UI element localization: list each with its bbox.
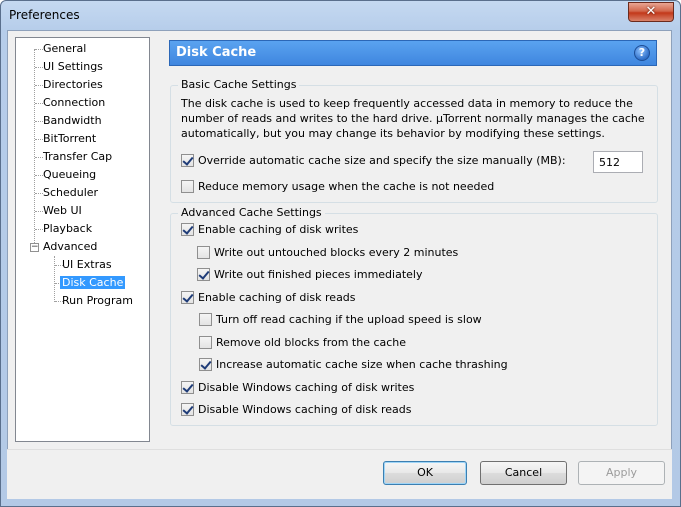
override-cache-size-checkbox[interactable] <box>181 154 194 167</box>
tree-connector <box>35 175 43 176</box>
tree-item-label: Playback <box>43 222 93 235</box>
tree-item-general[interactable]: General <box>43 41 86 58</box>
tree-connector <box>35 157 43 158</box>
tree-item-bittorrent[interactable]: BitTorrent <box>43 131 96 148</box>
tree-item-label: UI Settings <box>43 60 103 73</box>
page-header: Disk Cache ? <box>169 40 657 66</box>
tree-item-label: General <box>43 42 87 55</box>
remove-old-blocks-checkbox[interactable] <box>199 336 212 349</box>
tree-connector <box>35 229 43 230</box>
help-icon[interactable]: ? <box>634 45 650 61</box>
tree-item-directories[interactable]: Directories <box>43 77 103 94</box>
close-icon: ✕ <box>645 4 657 19</box>
tree-item-advanced[interactable]: Advanced <box>43 239 97 256</box>
tree-item-scheduler[interactable]: Scheduler <box>43 185 98 202</box>
tree-item-bandwidth[interactable]: Bandwidth <box>43 113 102 130</box>
reduce-memory-label: Reduce memory usage when the cache is no… <box>198 180 495 193</box>
tree-item-label: Run Program <box>62 294 134 307</box>
tree-item-label: UI Extras <box>62 258 112 271</box>
tree-connector <box>54 256 55 302</box>
category-tree: General UI Settings Directories Connecti… <box>15 37 150 442</box>
apply-button[interactable]: Apply <box>578 461 665 485</box>
cancel-button[interactable]: Cancel <box>480 461 567 485</box>
tree-connector <box>35 193 43 194</box>
tree-connector <box>35 67 43 68</box>
enable-read-caching-checkbox[interactable] <box>181 291 194 304</box>
basic-cache-description: The disk cache is used to keep frequentl… <box>181 97 645 140</box>
tree-item-web-ui[interactable]: Web UI <box>43 203 82 220</box>
advanced-cache-group-title: Advanced Cache Settings <box>178 206 325 219</box>
reduce-memory-row[interactable]: Reduce memory usage when the cache is no… <box>181 180 494 196</box>
remove-old-blocks-label: Remove old blocks from the cache <box>216 336 407 349</box>
window-title: Preferences <box>9 8 80 22</box>
turn-off-read-caching-row[interactable]: Turn off read caching if the upload spee… <box>199 313 482 329</box>
cache-size-input[interactable] <box>593 151 643 173</box>
enable-write-caching-label: Enable caching of disk writes <box>198 223 359 236</box>
tree-item-label: BitTorrent <box>43 132 97 145</box>
write-finished-checkbox[interactable] <box>197 268 210 281</box>
collapse-icon[interactable]: − <box>30 243 39 252</box>
write-untouched-checkbox[interactable] <box>197 246 210 259</box>
tree-item-label: Connection <box>43 96 106 109</box>
tree-connector <box>35 121 43 122</box>
tree-item-label: Transfer Cap <box>43 150 113 163</box>
turn-off-read-caching-label: Turn off read caching if the upload spee… <box>216 313 482 326</box>
tree-item-label: Queueing <box>43 168 97 181</box>
tree-item-run-program[interactable]: Run Program <box>62 293 133 310</box>
tree-item-disk-cache[interactable]: Disk Cache <box>60 275 126 292</box>
increase-cache-thrashing-label: Increase automatic cache size when cache… <box>216 358 508 371</box>
enable-write-caching-row[interactable]: Enable caching of disk writes <box>181 223 358 239</box>
tree-item-ui-settings[interactable]: UI Settings <box>43 59 103 76</box>
disable-windows-read-caching-label: Disable Windows caching of disk reads <box>198 403 412 416</box>
tree-item-label: Scheduler <box>43 186 99 199</box>
tree-connector <box>35 211 43 212</box>
increase-cache-thrashing-checkbox[interactable] <box>199 358 212 371</box>
tree-item-connection[interactable]: Connection <box>43 95 105 112</box>
write-untouched-row[interactable]: Write out untouched blocks every 2 minut… <box>197 246 458 262</box>
tree-item-label: Web UI <box>43 204 82 217</box>
tree-item-label: Directories <box>43 78 103 91</box>
dialog-button-bar <box>7 449 672 499</box>
page-title: Disk Cache <box>176 45 257 60</box>
turn-off-read-caching-checkbox[interactable] <box>199 313 212 326</box>
basic-cache-group-title: Basic Cache Settings <box>178 78 300 91</box>
disable-windows-write-caching-checkbox[interactable] <box>181 381 194 394</box>
disable-windows-write-caching-row[interactable]: Disable Windows caching of disk writes <box>181 381 414 397</box>
override-cache-size-row[interactable]: Override automatic cache size and specif… <box>181 154 566 170</box>
enable-write-caching-checkbox[interactable] <box>181 223 194 236</box>
tree-item-label: Advanced <box>43 240 98 253</box>
title-bar[interactable]: Preferences ✕ <box>1 1 680 31</box>
enable-read-caching-label: Enable caching of disk reads <box>198 291 356 304</box>
tree-connector <box>35 49 43 50</box>
tree-item-label: Bandwidth <box>43 114 102 127</box>
tree-item-transfer-cap[interactable]: Transfer Cap <box>43 149 112 166</box>
enable-read-caching-row[interactable]: Enable caching of disk reads <box>181 291 356 307</box>
disable-windows-write-caching-label: Disable Windows caching of disk writes <box>198 381 415 394</box>
disable-windows-read-caching-checkbox[interactable] <box>181 403 194 416</box>
tree-connector <box>34 49 35 247</box>
remove-old-blocks-row[interactable]: Remove old blocks from the cache <box>199 336 406 352</box>
tree-connector <box>35 139 43 140</box>
tree-connector <box>35 103 43 104</box>
write-untouched-label: Write out untouched blocks every 2 minut… <box>214 246 459 259</box>
ok-button[interactable]: OK <box>383 461 467 485</box>
write-finished-row[interactable]: Write out finished pieces immediately <box>197 268 422 284</box>
override-cache-size-label: Override automatic cache size and specif… <box>198 154 566 167</box>
tree-item-queueing[interactable]: Queueing <box>43 167 96 184</box>
tree-item-playback[interactable]: Playback <box>43 221 92 238</box>
tree-item-ui-extras[interactable]: UI Extras <box>62 257 112 274</box>
tree-connector <box>35 85 43 86</box>
reduce-memory-checkbox[interactable] <box>181 180 194 193</box>
close-button[interactable]: ✕ <box>628 2 674 22</box>
increase-cache-thrashing-row[interactable]: Increase automatic cache size when cache… <box>199 358 508 374</box>
write-finished-label: Write out finished pieces immediately <box>214 268 423 281</box>
disable-windows-read-caching-row[interactable]: Disable Windows caching of disk reads <box>181 403 411 419</box>
tree-item-label: Disk Cache <box>60 276 126 289</box>
